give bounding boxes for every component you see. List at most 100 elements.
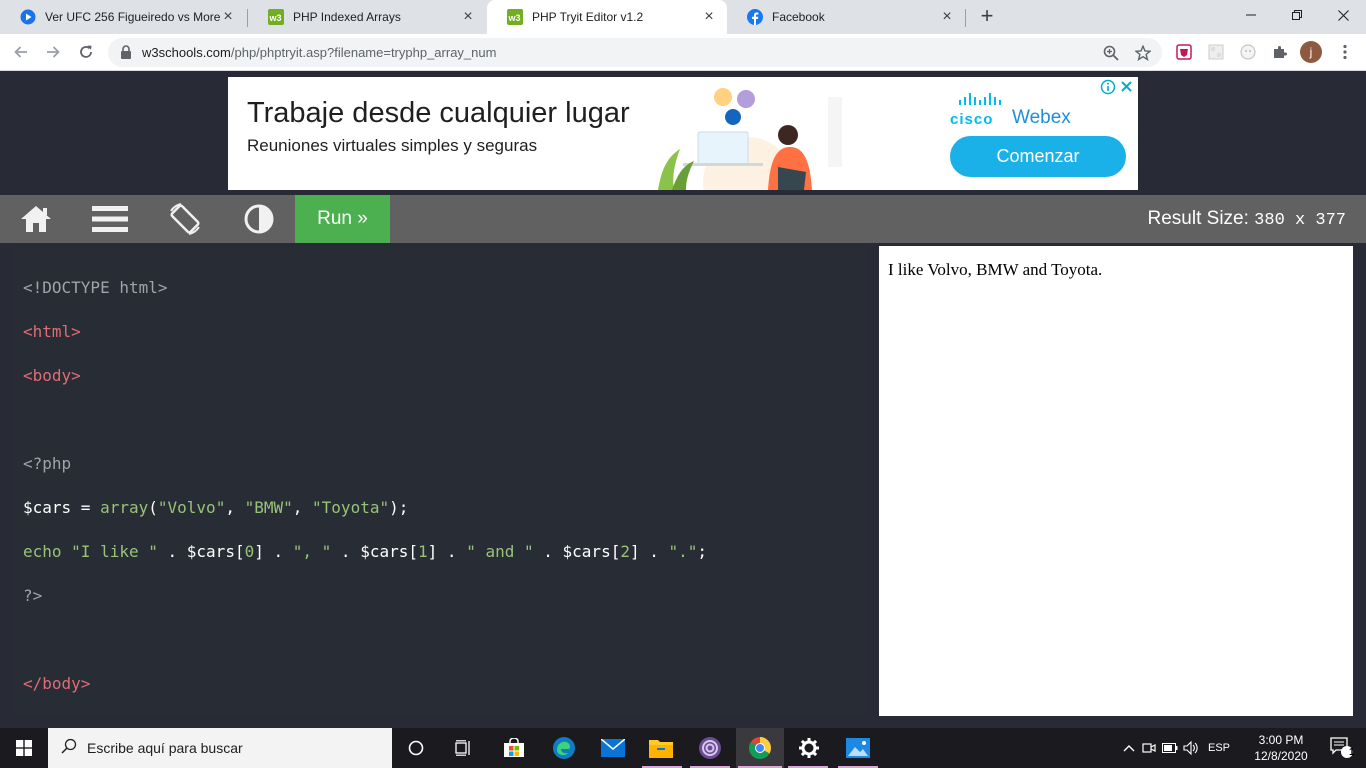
meet-now-icon[interactable] <box>1138 741 1160 755</box>
contrast-toggle-icon[interactable] <box>231 195 287 243</box>
menu-icon[interactable] <box>82 195 138 243</box>
zoom-icon[interactable] <box>1102 44 1120 62</box>
svg-text:w3: w3 <box>508 13 521 23</box>
code-token: < <box>23 366 33 385</box>
mail-icon[interactable] <box>589 728 637 768</box>
rotate-layout-icon[interactable] <box>157 195 213 243</box>
cisco-webex-logo: cisco Webex <box>950 91 1080 128</box>
webex-wordmark: Webex <box>1012 107 1071 128</box>
ad-cta-button[interactable]: Comenzar <box>950 136 1126 177</box>
code-editor[interactable]: <!DOCTYPE html> <html> <body> <?php $car… <box>13 246 866 716</box>
photos-icon[interactable] <box>834 728 882 768</box>
code-token: $cars[ <box>360 542 418 561</box>
code-token: . <box>263 542 293 561</box>
extension-grid-icon[interactable] <box>1207 43 1225 61</box>
code-token: "." <box>668 542 698 561</box>
ad-banner[interactable]: Trabaje desde cualquier lugar Reuniones … <box>228 77 1138 190</box>
profile-avatar[interactable]: j <box>1300 41 1322 63</box>
run-button[interactable]: Run » <box>295 195 390 243</box>
close-tab-icon[interactable]: × <box>701 9 717 25</box>
code-line: <body> <box>23 365 856 387</box>
more-menu-icon[interactable] <box>1336 43 1354 61</box>
chevron-up-icon[interactable] <box>1120 744 1138 752</box>
windows-start-icon[interactable] <box>0 728 48 768</box>
address-bar[interactable]: w3schools.com/php/phptryit.asp?filename=… <box>108 38 1162 67</box>
close-tab-icon[interactable]: × <box>220 9 236 25</box>
code-line: ?> <box>23 585 856 607</box>
code-token: , <box>225 498 245 517</box>
app-swirl-icon[interactable] <box>686 728 734 768</box>
taskbar-search[interactable]: Escribe aquí para buscar <box>48 728 392 768</box>
lock-icon[interactable] <box>120 45 132 64</box>
search-icon <box>61 738 77 759</box>
tab-title: PHP Indexed Arrays <box>293 10 401 24</box>
code-token: > <box>71 322 81 341</box>
tab-ufc[interactable]: Ver UFC 256 Figueiredo vs Moreno × <box>0 0 246 34</box>
reload-button[interactable] <box>74 40 98 64</box>
code-token: ] <box>427 542 438 561</box>
code-line: </body> <box>23 673 856 695</box>
code-token: < <box>23 322 33 341</box>
forward-button[interactable] <box>41 40 65 64</box>
code-token: 1 <box>418 542 428 561</box>
store-icon[interactable] <box>490 728 538 768</box>
new-tab-button[interactable]: + <box>976 5 998 29</box>
bookmark-star-icon[interactable] <box>1134 44 1152 62</box>
code-token: ); <box>389 498 409 517</box>
code-token: . <box>157 542 187 561</box>
code-token: "Volvo" <box>157 498 226 517</box>
code-token: <!DOCTYPE html> <box>23 278 168 297</box>
code-token: . <box>533 542 563 561</box>
file-explorer-icon[interactable] <box>637 728 685 768</box>
close-tab-icon[interactable]: × <box>460 9 476 25</box>
task-view-icon[interactable] <box>440 728 488 768</box>
tab-title: Facebook <box>772 10 825 24</box>
system-tray: ESP <box>1120 728 1236 768</box>
code-line: <?php <box>23 453 856 475</box>
back-button[interactable] <box>9 40 33 64</box>
code-token: ", " <box>292 542 332 561</box>
notification-center-icon[interactable]: 1 <box>1318 728 1366 768</box>
battery-icon[interactable] <box>1160 743 1180 753</box>
code-token: </ <box>23 674 43 693</box>
code-token: . <box>437 542 467 561</box>
home-icon[interactable] <box>8 195 64 243</box>
close-window-button[interactable] <box>1320 0 1366 30</box>
restore-button[interactable] <box>1274 0 1320 30</box>
extensions-puzzle-icon[interactable] <box>1271 43 1289 61</box>
close-tab-icon[interactable]: × <box>939 9 955 25</box>
tab-php-tryit-editor[interactable]: w3 PHP Tryit Editor v1.2 × <box>487 0 727 34</box>
code-token: $cars[ <box>562 542 621 561</box>
edge-icon[interactable] <box>540 728 588 768</box>
w3-icon: w3 <box>268 9 284 25</box>
extension-shield-icon[interactable] <box>1175 43 1193 61</box>
tab-facebook[interactable]: Facebook × <box>727 0 965 34</box>
chrome-icon[interactable] <box>736 728 784 768</box>
code-token: "BMW" <box>244 498 293 517</box>
cortana-icon[interactable] <box>392 728 440 768</box>
tryit-toolbar: Run » Result Size: 380 x 377 <box>0 195 1366 243</box>
tab-php-indexed-arrays[interactable]: w3 PHP Indexed Arrays × <box>248 0 486 34</box>
browser-tab-strip: Ver UFC 256 Figueiredo vs Moreno × w3 PH… <box>0 0 1366 34</box>
code-token: "I like " <box>71 542 158 561</box>
result-pane[interactable]: I like Volvo, BMW and Toyota. <box>879 246 1353 716</box>
result-size-label: Result Size: <box>1147 208 1249 229</box>
extension-face-icon[interactable] <box>1239 43 1257 61</box>
code-token: array <box>100 498 149 517</box>
adchoices-icon[interactable] <box>1100 79 1134 100</box>
minimize-button[interactable] <box>1228 0 1274 30</box>
browser-toolbar: w3schools.com/php/phptryit.asp?filename=… <box>0 34 1366 71</box>
code-token: body <box>32 366 72 385</box>
tab-title: PHP Tryit Editor v1.2 <box>532 10 644 24</box>
language-indicator[interactable]: ESP <box>1202 742 1236 754</box>
code-token: ?> <box>23 586 43 605</box>
ad-illustration <box>658 88 842 190</box>
search-placeholder: Escribe aquí para buscar <box>87 740 243 756</box>
volume-icon[interactable] <box>1180 741 1202 755</box>
clock[interactable]: 3:00 PM 12/8/2020 <box>1250 732 1312 764</box>
code-token: $cars <box>23 498 72 517</box>
settings-gear-icon[interactable] <box>785 728 833 768</box>
code-token: ] <box>254 542 264 561</box>
